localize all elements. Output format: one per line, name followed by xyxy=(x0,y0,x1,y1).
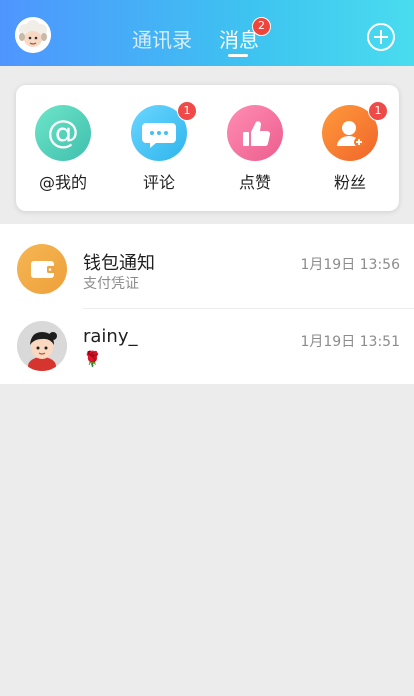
message-row-rainy[interactable]: rainy_ 🌹 1月19日 13:51 xyxy=(0,309,414,387)
svg-text:@: @ xyxy=(47,113,79,151)
message-subtitle: 🌹 xyxy=(83,350,102,368)
message-list: 钱包通知 支付凭证 1月19日 13:56 rainy_ 🌹 1月19日 13:… xyxy=(0,224,414,384)
active-tab-indicator xyxy=(228,54,248,57)
message-title: rainy_ xyxy=(83,326,138,347)
message-time: 1月19日 13:56 xyxy=(300,257,400,273)
message-title: 钱包通知 xyxy=(83,253,155,274)
sheep-avatar-icon xyxy=(15,17,51,53)
at-icon: @ xyxy=(35,105,91,161)
shortcut-mentions[interactable]: @ @我的 xyxy=(23,105,103,195)
thumbs-up-icon xyxy=(227,105,283,161)
comments-badge: 1 xyxy=(177,101,197,121)
top-bar: 通讯录 消息 2 xyxy=(0,0,414,66)
shortcut-comments[interactable]: 1 评论 xyxy=(119,101,199,195)
message-subtitle: 支付凭证 xyxy=(83,276,139,292)
shortcut-fans[interactable]: 1 粉丝 xyxy=(310,101,390,195)
shortcut-label: 评论 xyxy=(142,173,175,192)
add-button[interactable] xyxy=(366,22,396,52)
message-time: 1月19日 13:51 xyxy=(300,334,400,350)
tab-contacts[interactable]: 通讯录 xyxy=(132,24,192,53)
shortcut-label: 粉丝 xyxy=(333,173,366,192)
user-avatar xyxy=(17,321,67,371)
wallet-icon xyxy=(17,244,67,294)
plus-circle-icon xyxy=(367,23,395,51)
shortcut-label: @我的 xyxy=(38,173,87,192)
profile-avatar[interactable] xyxy=(15,17,51,53)
shortcut-panel: @ @我的 1 评论 点赞 1 粉丝 xyxy=(16,85,399,211)
message-row-wallet[interactable]: 钱包通知 支付凭证 1月19日 13:56 xyxy=(0,224,414,309)
messages-tab-badge: 2 xyxy=(252,17,271,36)
shortcut-likes[interactable]: 点赞 xyxy=(215,105,295,195)
fans-badge: 1 xyxy=(368,101,388,121)
shortcut-label: 点赞 xyxy=(238,173,271,192)
